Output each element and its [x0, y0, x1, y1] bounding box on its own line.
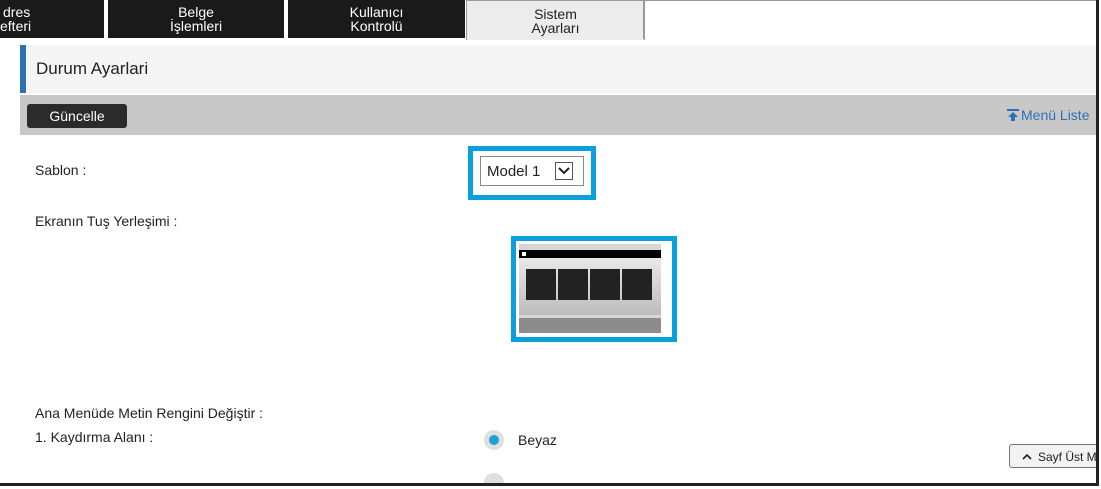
tab-bar-rule	[643, 0, 1096, 39]
text-color-label: Ana Menüde Metin Rengini Değiştir :	[35, 405, 264, 421]
preview-key	[590, 269, 620, 300]
menu-list-link[interactable]: Menü Liste	[1006, 107, 1089, 123]
key-layout-label: Ekranın Tuş Yerleşimi :	[35, 213, 178, 229]
tab-label-line1: Kullanıcı	[349, 4, 404, 20]
menu-list-label: Menü Liste	[1021, 107, 1090, 123]
template-select-value: Model 1	[487, 163, 541, 180]
update-button[interactable]: Güncelle	[27, 104, 127, 128]
preview-key	[526, 269, 556, 300]
radio-selected-dot	[489, 435, 499, 445]
tab-bar: dres efteri Belge İşlemleri Kullanıcı Ko…	[0, 0, 1096, 40]
tab-label-line1: dres	[3, 4, 31, 20]
preview-status-bar	[519, 250, 661, 258]
page-title: Durum Ayarlari	[36, 59, 149, 78]
radio-white[interactable]	[484, 430, 504, 450]
tab-label-line1: Sistem	[534, 5, 577, 22]
page-top-button[interactable]: Sayf Üst Men	[1009, 444, 1097, 468]
chevron-up-icon	[1022, 453, 1032, 460]
preview-bottom-bar	[519, 318, 661, 333]
tab-label-line2: Ayarları	[531, 19, 580, 36]
chevron-down-icon[interactable]	[555, 162, 573, 180]
tab-user-control[interactable]: Kullanıcı Kontrolü	[288, 0, 465, 38]
radio-white-label: Beyaz	[518, 432, 557, 448]
header-accent-bar	[20, 45, 26, 93]
preview-key	[622, 269, 652, 300]
preview-key	[558, 269, 588, 300]
tab-label-line1: Belge	[178, 4, 214, 20]
tab-document-operations[interactable]: Belge İşlemleri	[108, 0, 284, 38]
tab-label-line2: Kontrolü	[350, 18, 403, 34]
tab-address-book[interactable]: dres efteri	[0, 0, 104, 38]
radio-option-2[interactable]	[484, 473, 504, 483]
preview-indicator	[522, 252, 526, 256]
toolbar: Güncelle Menü Liste	[20, 95, 1096, 135]
key-layout-preview[interactable]	[519, 244, 661, 333]
window-frame: dres efteri Belge İşlemleri Kullanıcı Ko…	[0, 0, 1099, 486]
template-label: Sablon :	[35, 162, 87, 178]
menu-list-icon	[1007, 109, 1019, 121]
template-select[interactable]: Model 1	[480, 156, 584, 186]
page-header: Durum Ayarlari	[20, 45, 1096, 93]
tab-system-settings[interactable]: Sistem Ayarları	[466, 0, 645, 40]
tab-label-line2: İşlemleri	[169, 18, 223, 34]
tab-label-line2: efteri	[0, 18, 32, 34]
scroll-area-label: 1. Kaydırma Alanı :	[35, 429, 154, 445]
page-top-label: Sayf Üst Men	[1038, 450, 1097, 464]
